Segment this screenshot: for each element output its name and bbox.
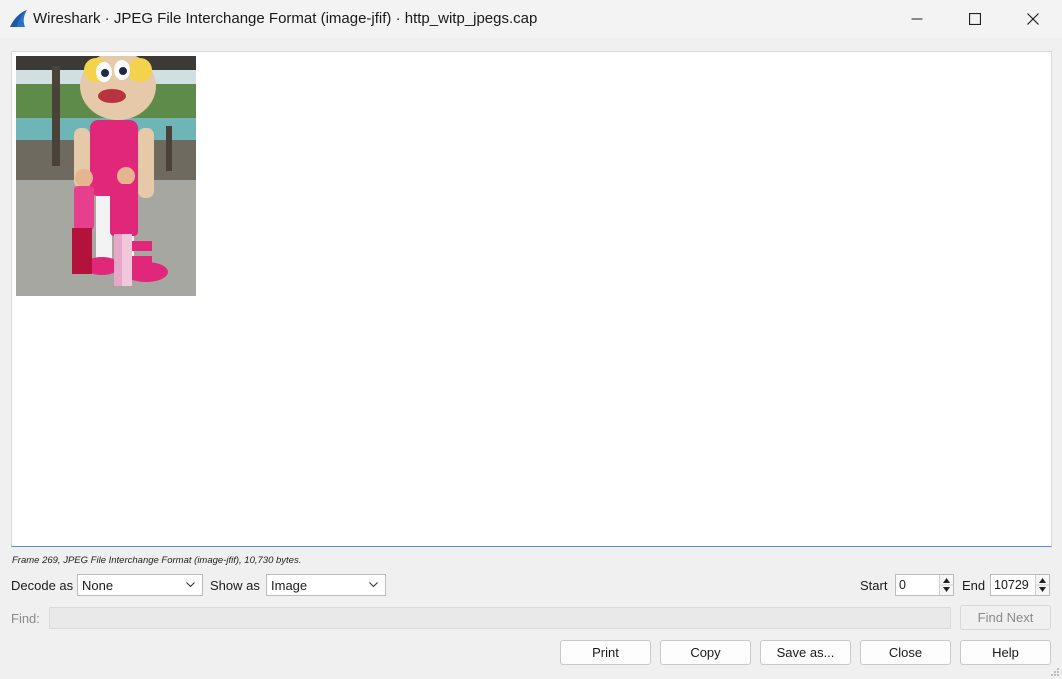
start-spin-arrows[interactable] xyxy=(939,575,953,595)
start-spinbox[interactable]: 0 xyxy=(895,574,954,596)
title-bar: Wireshark · JPEG File Interchange Format… xyxy=(0,0,1062,38)
show-as-select[interactable]: Image xyxy=(266,574,386,596)
frame-info-text: Frame 269, JPEG File Interchange Format … xyxy=(12,555,302,566)
start-value: 0 xyxy=(899,578,906,592)
show-as-value: Image xyxy=(271,578,308,593)
chevron-down-icon xyxy=(186,582,195,588)
decode-as-value: None xyxy=(82,578,114,593)
decoded-jpeg-image xyxy=(16,56,196,296)
start-label: Start xyxy=(860,578,888,593)
minimize-icon xyxy=(911,18,923,20)
copy-button[interactable]: Copy xyxy=(660,640,751,665)
print-button[interactable]: Print xyxy=(560,640,651,665)
close-button[interactable]: Close xyxy=(860,640,951,665)
end-value: 10729 xyxy=(994,578,1029,592)
chevron-down-icon xyxy=(369,582,378,588)
help-button[interactable]: Help xyxy=(960,640,1051,665)
find-input[interactable] xyxy=(49,607,951,629)
maximize-icon xyxy=(969,13,981,25)
minimize-button[interactable] xyxy=(888,0,946,38)
close-window-button[interactable] xyxy=(1004,0,1062,38)
end-spin-arrows[interactable] xyxy=(1035,575,1049,595)
resize-grip-icon[interactable] xyxy=(1050,667,1060,677)
find-label: Find: xyxy=(11,611,40,626)
maximize-button[interactable] xyxy=(946,0,1004,38)
wireshark-fin-icon xyxy=(10,10,27,27)
decode-as-label: Decode as xyxy=(11,578,74,593)
end-spinbox[interactable]: 10729 xyxy=(990,574,1050,596)
close-icon xyxy=(1027,13,1039,25)
find-next-button[interactable]: Find Next xyxy=(960,605,1051,630)
decode-as-select[interactable]: None xyxy=(77,574,203,596)
image-viewer[interactable] xyxy=(11,51,1052,547)
save-as-button[interactable]: Save as... xyxy=(760,640,851,665)
end-label: End xyxy=(962,578,986,593)
show-as-label: Show as xyxy=(210,578,260,593)
window-title: Wireshark · JPEG File Interchange Format… xyxy=(33,10,538,27)
